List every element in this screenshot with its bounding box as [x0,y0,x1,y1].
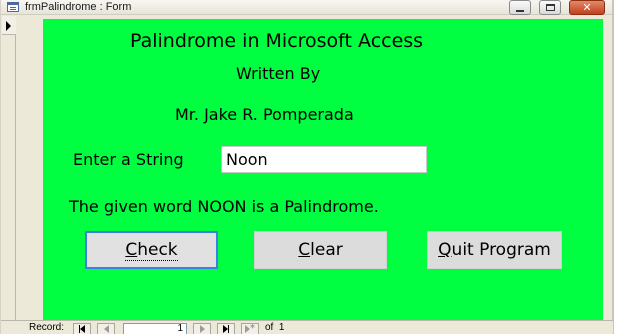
new-record-star-icon: * [250,323,255,334]
window-title: frmPalindrome : Form [25,1,132,13]
enter-string-label: Enter a String [73,150,184,169]
record-selector-current[interactable] [2,16,16,35]
minimize-button[interactable] [509,0,531,15]
author-label: Mr. Jake R. Pomperada [175,105,354,124]
record-count: of 1 [265,322,284,333]
title-bar[interactable]: frmPalindrome : Form ✕ [1,0,612,15]
desktop-background [614,0,638,334]
check-accelerator-key: C [125,239,138,260]
quit-accelerator-key: Q [438,240,452,260]
previous-record-icon [103,325,109,333]
form-icon [7,2,19,12]
form-title-label: Palindrome in Microsoft Access [130,30,424,52]
check-label-rest: heck [137,239,178,260]
next-record-button[interactable] [193,323,211,334]
current-record-field[interactable]: 1 [123,323,187,334]
quit-button-label: Quit Program [438,240,551,260]
record-selector[interactable] [2,16,16,320]
written-by-label: Written By [236,64,321,83]
maximize-button[interactable] [539,0,561,15]
new-record-arrow-icon [245,325,250,333]
close-icon: ✕ [582,1,592,14]
current-record-arrow-icon [6,21,11,31]
string-input[interactable] [221,146,427,173]
record-label: Record: [29,322,65,333]
close-button[interactable]: ✕ [569,0,605,15]
check-button[interactable]: Check [85,231,218,269]
last-record-icon [228,325,229,333]
new-record-button[interactable]: * [241,323,259,334]
previous-record-button[interactable] [97,323,115,334]
result-message-label: The given word NOON is a Palindrome. [69,197,379,216]
clear-button[interactable]: Clear [254,231,387,269]
last-record-button[interactable] [217,323,235,334]
maximize-icon [545,4,555,11]
quit-program-button[interactable]: Quit Program [427,231,562,269]
check-button-label: Check [125,239,178,261]
total-records: 1 [278,322,285,333]
quit-label-rest: uit Program [451,240,551,260]
clear-accelerator-key: C [298,240,311,260]
first-record-arrow-icon [80,325,85,333]
clear-button-label: Clear [298,240,342,260]
first-record-button[interactable] [73,323,91,334]
clear-label-rest: lear [310,240,343,260]
minimize-icon [516,9,524,12]
record-navigation-bar: Record: 1 * of 1 [1,320,613,334]
next-record-icon [199,325,205,333]
of-label: of [265,322,274,333]
